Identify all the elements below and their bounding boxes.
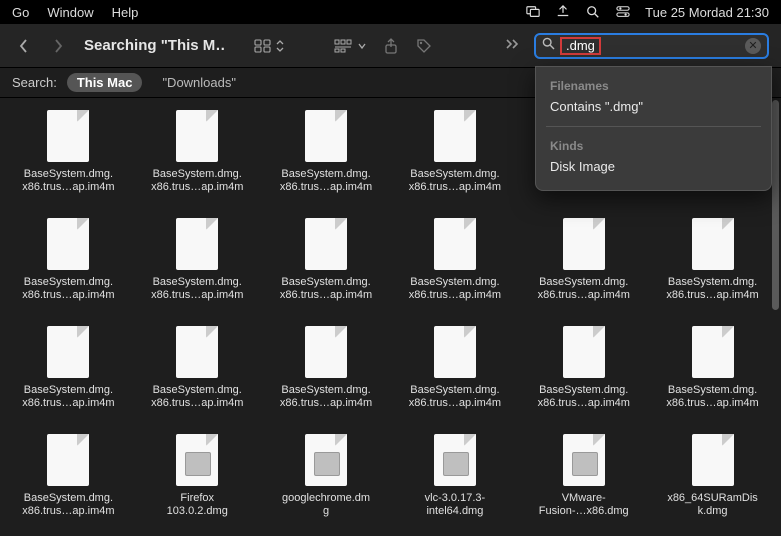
file-item[interactable]: BaseSystem.dmg.x86.trus…ap.im4m bbox=[390, 216, 519, 324]
suggestion-header-filenames: Filenames bbox=[536, 75, 771, 95]
file-item[interactable]: BaseSystem.dmg.x86.trus…ap.im4m bbox=[4, 216, 133, 324]
search-input[interactable]: .dmg bbox=[560, 37, 601, 55]
menu-go[interactable]: Go bbox=[12, 5, 29, 20]
file-label: x86_64SURamDisk.dmg bbox=[655, 492, 771, 518]
file-item[interactable]: BaseSystem.dmg.x86.trus…ap.im4m bbox=[4, 108, 133, 216]
file-item[interactable]: BaseSystem.dmg.x86.trus…ap.im4m bbox=[390, 108, 519, 216]
disk-image-file-icon bbox=[434, 434, 476, 486]
generic-file-icon bbox=[434, 326, 476, 378]
menu-help[interactable]: Help bbox=[112, 5, 139, 20]
nav-back-button[interactable] bbox=[12, 39, 36, 53]
disk-image-file-icon bbox=[305, 434, 347, 486]
file-item[interactable]: BaseSystem.dmg.x86.trus…ap.im4m bbox=[262, 216, 391, 324]
generic-file-icon bbox=[434, 110, 476, 162]
generic-file-icon bbox=[692, 218, 734, 270]
disk-image-file-icon bbox=[563, 434, 605, 486]
file-label: BaseSystem.dmg.x86.trus…ap.im4m bbox=[268, 276, 384, 302]
file-label: BaseSystem.dmg.x86.trus…ap.im4m bbox=[268, 384, 384, 410]
file-item[interactable]: googlechrome.dmg bbox=[262, 432, 391, 536]
toolbar: Searching "This M… .dmg ✕ bbox=[0, 24, 781, 68]
menubar: Go Window Help Tue 25 Mordad 21:30 bbox=[0, 0, 781, 24]
generic-file-icon bbox=[692, 434, 734, 486]
generic-file-icon bbox=[305, 110, 347, 162]
share-button[interactable] bbox=[384, 38, 398, 54]
file-item[interactable]: BaseSystem.dmg.x86.trus…ap.im4m bbox=[133, 216, 262, 324]
tag-button[interactable] bbox=[416, 38, 432, 54]
suggestion-contains-dmg[interactable]: Contains ".dmg" bbox=[536, 95, 771, 118]
group-by-button[interactable] bbox=[334, 38, 366, 54]
generic-file-icon bbox=[563, 218, 605, 270]
file-label: BaseSystem.dmg.x86.trus…ap.im4m bbox=[268, 168, 384, 194]
scope-this-mac[interactable]: This Mac bbox=[67, 73, 143, 92]
generic-file-icon bbox=[692, 326, 734, 378]
file-label: BaseSystem.dmg.x86.trus…ap.im4m bbox=[10, 492, 126, 518]
generic-file-icon bbox=[47, 326, 89, 378]
scope-label: Search: bbox=[12, 75, 57, 90]
file-item[interactable]: BaseSystem.dmg.x86.trus…ap.im4m bbox=[648, 324, 777, 432]
generic-file-icon bbox=[563, 326, 605, 378]
file-label: BaseSystem.dmg.x86.trus…ap.im4m bbox=[526, 276, 642, 302]
file-label: vlc-3.0.17.3-intel64.dmg bbox=[397, 492, 513, 518]
menubar-clock[interactable]: Tue 25 Mordad 21:30 bbox=[645, 5, 769, 20]
search-field[interactable]: .dmg ✕ bbox=[534, 33, 769, 59]
generic-file-icon bbox=[47, 434, 89, 486]
view-icon-mode-button[interactable] bbox=[254, 39, 284, 53]
file-label: BaseSystem.dmg.x86.trus…ap.im4m bbox=[526, 384, 642, 410]
spotlight-icon[interactable] bbox=[585, 4, 601, 20]
file-item[interactable]: Firefox103.0.2.dmg bbox=[133, 432, 262, 536]
control-center-icon[interactable] bbox=[615, 4, 631, 20]
generic-file-icon bbox=[305, 218, 347, 270]
file-label: BaseSystem.dmg.x86.trus…ap.im4m bbox=[397, 168, 513, 194]
suggestion-header-kinds: Kinds bbox=[536, 135, 771, 155]
generic-file-icon bbox=[176, 326, 218, 378]
file-item[interactable]: vlc-3.0.17.3-intel64.dmg bbox=[390, 432, 519, 536]
file-item[interactable]: BaseSystem.dmg.x86.trus…ap.im4m bbox=[519, 324, 648, 432]
file-label: BaseSystem.dmg.x86.trus…ap.im4m bbox=[397, 384, 513, 410]
search-icon bbox=[542, 37, 555, 55]
file-label: BaseSystem.dmg.x86.trus…ap.im4m bbox=[655, 384, 771, 410]
screen-mirror-icon[interactable] bbox=[525, 4, 541, 20]
scope-downloads[interactable]: "Downloads" bbox=[152, 73, 246, 92]
file-item[interactable]: BaseSystem.dmg.x86.trus…ap.im4m bbox=[4, 324, 133, 432]
file-item[interactable]: BaseSystem.dmg.x86.trus…ap.im4m bbox=[262, 108, 391, 216]
keyboard-input-icon[interactable] bbox=[555, 4, 571, 20]
vertical-scrollbar[interactable] bbox=[771, 100, 780, 534]
file-label: BaseSystem.dmg.x86.trus…ap.im4m bbox=[397, 276, 513, 302]
suggestion-separator bbox=[546, 126, 761, 127]
menu-window[interactable]: Window bbox=[47, 5, 93, 20]
file-label: BaseSystem.dmg.x86.trus…ap.im4m bbox=[10, 276, 126, 302]
file-item[interactable]: BaseSystem.dmg.x86.trus…ap.im4m bbox=[519, 216, 648, 324]
generic-file-icon bbox=[305, 326, 347, 378]
clear-search-button[interactable]: ✕ bbox=[745, 38, 761, 54]
toolbar-overflow-button[interactable] bbox=[506, 37, 520, 55]
file-label: googlechrome.dmg bbox=[268, 492, 384, 518]
generic-file-icon bbox=[176, 218, 218, 270]
file-item[interactable]: BaseSystem.dmg.x86.trus…ap.im4m bbox=[262, 324, 391, 432]
file-item[interactable]: BaseSystem.dmg.x86.trus…ap.im4m bbox=[4, 432, 133, 536]
search-suggestions-dropdown: Filenames Contains ".dmg" Kinds Disk Ima… bbox=[535, 66, 772, 191]
file-label: BaseSystem.dmg.x86.trus…ap.im4m bbox=[10, 168, 126, 194]
file-item[interactable]: BaseSystem.dmg.x86.trus…ap.im4m bbox=[133, 108, 262, 216]
scrollbar-thumb[interactable] bbox=[772, 100, 779, 310]
file-item[interactable]: BaseSystem.dmg.x86.trus…ap.im4m bbox=[648, 216, 777, 324]
file-item[interactable]: x86_64SURamDisk.dmg bbox=[648, 432, 777, 536]
generic-file-icon bbox=[434, 218, 476, 270]
generic-file-icon bbox=[47, 218, 89, 270]
file-item[interactable]: BaseSystem.dmg.x86.trus…ap.im4m bbox=[133, 324, 262, 432]
file-label: BaseSystem.dmg.x86.trus…ap.im4m bbox=[139, 276, 255, 302]
file-label: BaseSystem.dmg.x86.trus…ap.im4m bbox=[139, 168, 255, 194]
file-label: BaseSystem.dmg.x86.trus…ap.im4m bbox=[139, 384, 255, 410]
file-label: BaseSystem.dmg.x86.trus…ap.im4m bbox=[10, 384, 126, 410]
file-label: Firefox103.0.2.dmg bbox=[139, 492, 255, 518]
generic-file-icon bbox=[176, 110, 218, 162]
file-item[interactable]: BaseSystem.dmg.x86.trus…ap.im4m bbox=[390, 324, 519, 432]
file-label: BaseSystem.dmg.x86.trus…ap.im4m bbox=[655, 276, 771, 302]
suggestion-disk-image[interactable]: Disk Image bbox=[536, 155, 771, 178]
window-title: Searching "This M… bbox=[84, 37, 224, 54]
file-item[interactable]: VMware-Fusion-…x86.dmg bbox=[519, 432, 648, 536]
generic-file-icon bbox=[47, 110, 89, 162]
nav-forward-button[interactable] bbox=[46, 39, 70, 53]
disk-image-file-icon bbox=[176, 434, 218, 486]
file-label: VMware-Fusion-…x86.dmg bbox=[526, 492, 642, 518]
